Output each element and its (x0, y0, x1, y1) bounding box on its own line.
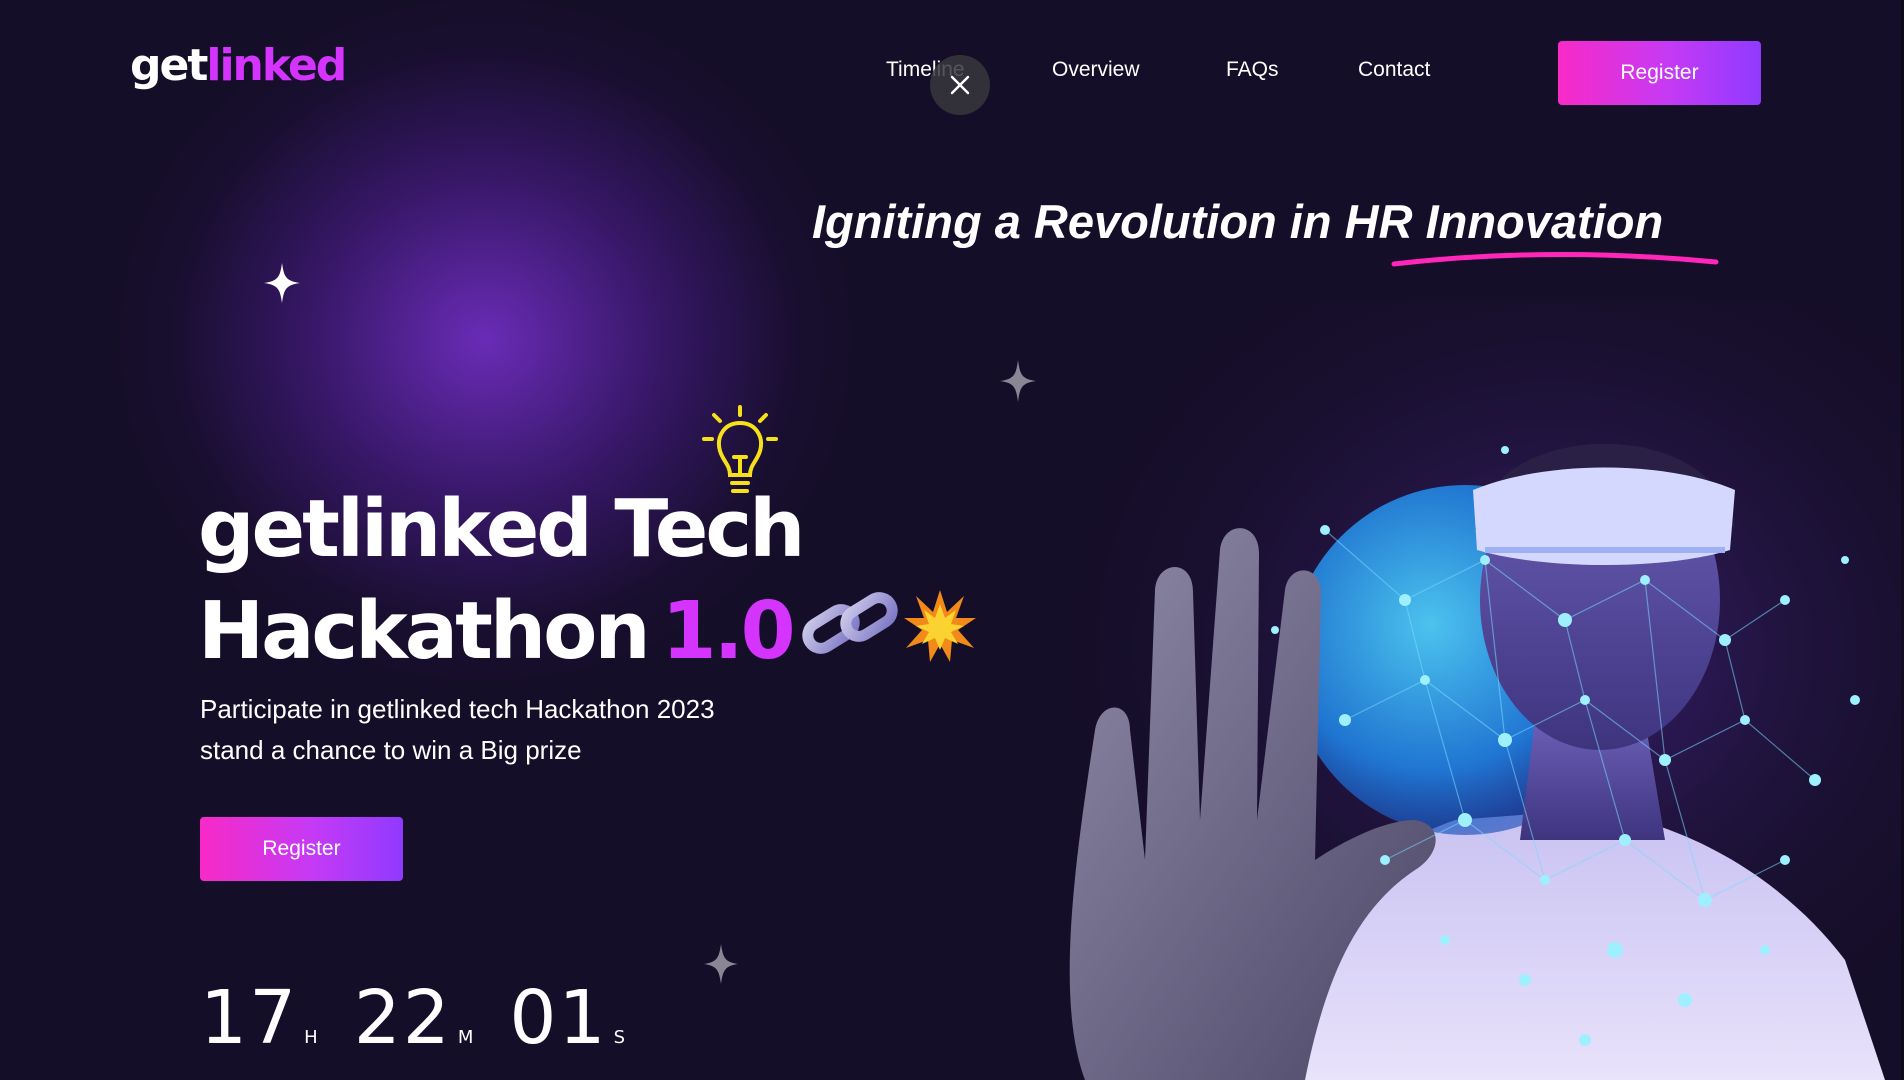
logo-part-linked: linked (206, 40, 347, 91)
chain-icon (802, 592, 898, 654)
hero-register-button[interactable]: Register (200, 817, 403, 881)
logo[interactable]: getlinked (130, 40, 347, 91)
close-button[interactable] (930, 55, 990, 115)
hero-headline-line1: getlinked Tech (198, 483, 805, 575)
hero-headline-line2: Hackathon 1.0 (198, 592, 796, 671)
nav-overview[interactable]: Overview (1052, 58, 1140, 82)
headline-version: 1.0 (661, 585, 796, 677)
tagline-underline (1391, 251, 1719, 267)
headline-hackathon: Hackathon (198, 585, 651, 677)
hero-subtext: Participate in getlinked tech Hackathon … (200, 689, 715, 771)
hero-tagline: Igniting a Revolution in HR Innovation (812, 195, 1664, 248)
close-icon (950, 75, 970, 95)
hero-subtext-line1: Participate in getlinked tech Hackathon … (200, 694, 715, 724)
countdown-seconds-unit: S (613, 1027, 626, 1048)
logo-part-get: get (130, 40, 208, 91)
landing-page: getlinked Timeline Overview FAQs Contact… (0, 0, 1904, 1080)
countdown-hours: 17 (200, 975, 299, 1061)
sparkle-star-icon (704, 944, 738, 984)
hero-subtext-line2: stand a chance to win a Big prize (200, 735, 582, 765)
nav-contact[interactable]: Contact (1358, 58, 1430, 82)
explosion-icon (904, 590, 976, 662)
countdown-timer: 17 H 22 M 01 S (200, 975, 661, 1061)
purple-glow (120, 0, 850, 680)
nav-faqs[interactable]: FAQs (1226, 58, 1279, 82)
countdown-hours-unit: H (304, 1027, 318, 1048)
countdown-minutes-unit: M (457, 1027, 474, 1048)
hero-vr-person-image (1025, 300, 1904, 1080)
sparkle-star-icon (264, 263, 300, 303)
countdown-seconds: 01 (509, 975, 608, 1061)
countdown-minutes: 22 (353, 975, 452, 1061)
header-register-button[interactable]: Register (1558, 41, 1761, 105)
